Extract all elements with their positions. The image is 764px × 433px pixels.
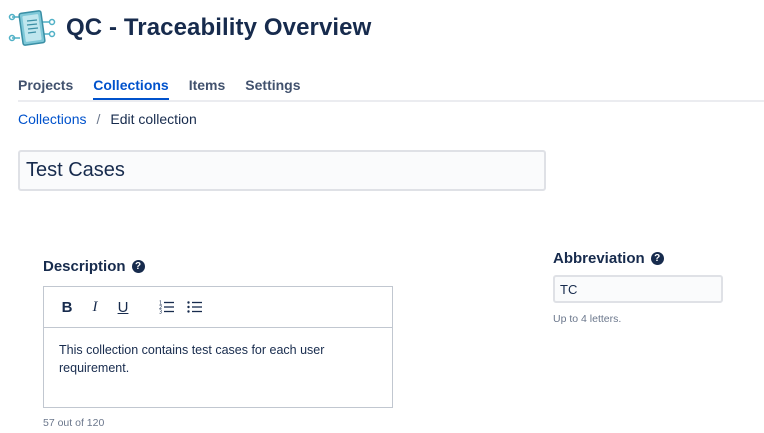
breadcrumb-separator: / — [96, 111, 101, 127]
description-text[interactable]: This collection contains test cases for … — [44, 328, 392, 390]
svg-text:3: 3 — [159, 310, 162, 315]
abbreviation-label-text: Abbreviation — [553, 250, 645, 267]
italic-button[interactable]: I — [86, 296, 104, 318]
breadcrumb-collections-link[interactable]: Collections — [18, 111, 86, 127]
abbreviation-label: Abbreviation ? — [553, 250, 664, 267]
description-label-text: Description — [43, 258, 126, 275]
breadcrumb: Collections / Edit collection — [18, 111, 197, 127]
tab-items[interactable]: Items — [189, 74, 226, 98]
abbreviation-input[interactable] — [553, 275, 723, 303]
document-network-icon — [8, 8, 56, 48]
numbered-list-icon[interactable]: 1 2 3 — [158, 296, 176, 318]
app-title: QC - Traceability Overview — [66, 14, 372, 41]
bullet-list-icon[interactable] — [186, 296, 204, 318]
tab-collections[interactable]: Collections — [93, 74, 170, 100]
description-label: Description ? — [43, 258, 145, 275]
breadcrumb-current: Edit collection — [110, 111, 197, 127]
question-circle-icon[interactable]: ? — [650, 252, 664, 265]
bold-button[interactable]: B — [58, 296, 76, 318]
editor-toolbar: B I U 1 2 3 — [44, 287, 392, 328]
main-nav: Projects Collections Items Settings — [18, 74, 764, 102]
underline-button[interactable]: U — [114, 296, 132, 318]
app-header: QC - Traceability Overview — [8, 6, 371, 50]
question-circle-icon[interactable]: ? — [131, 260, 145, 273]
description-editor: B I U 1 2 3 This collection contains tes… — [43, 286, 393, 408]
collection-name-input[interactable] — [18, 150, 546, 191]
character-counter: 57 out of 120 — [43, 417, 105, 429]
abbreviation-hint: Up to 4 letters. — [553, 313, 622, 325]
tab-projects[interactable]: Projects — [18, 74, 73, 98]
tab-settings[interactable]: Settings — [245, 74, 300, 98]
